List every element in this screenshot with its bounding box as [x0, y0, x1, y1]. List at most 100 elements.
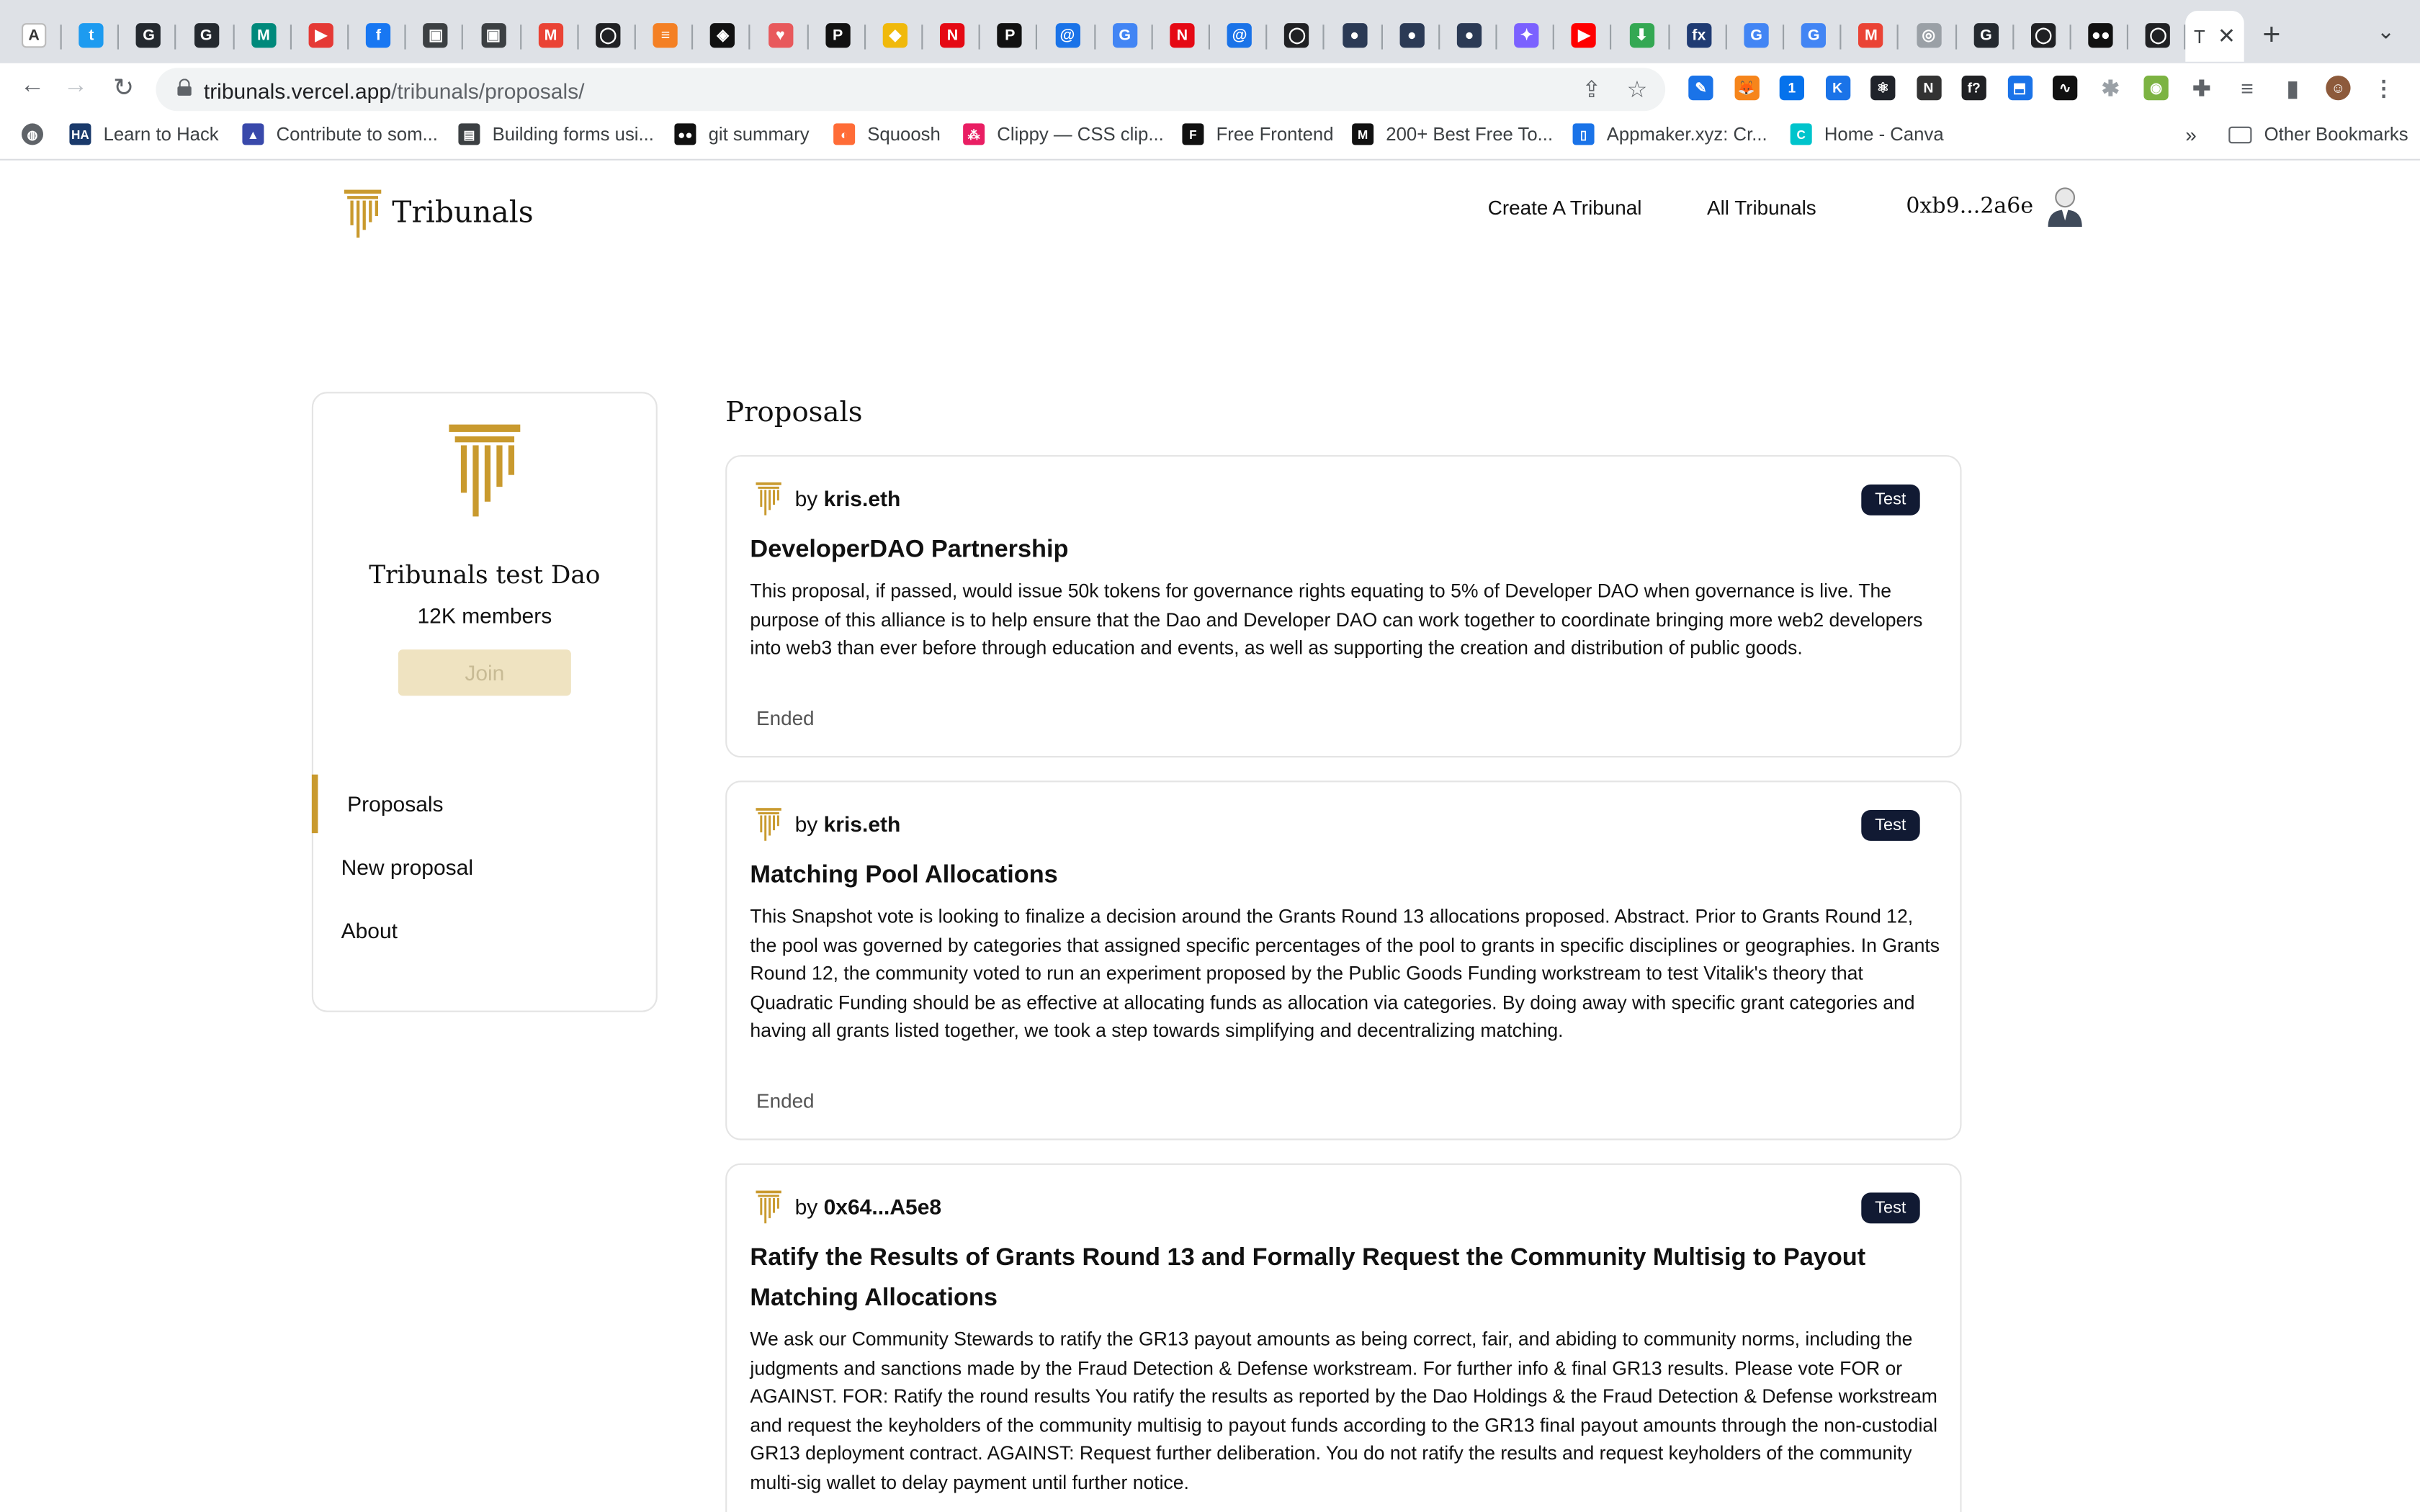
- bookmark-item[interactable]: HA Learn to Hack: [69, 123, 219, 145]
- back-arrow-icon[interactable]: ←: [17, 73, 48, 101]
- reading-list-icon[interactable]: ≡: [2235, 76, 2259, 100]
- kebab-menu-icon[interactable]: ⋮: [2372, 75, 2396, 100]
- profile-avatar-icon[interactable]: ☺: [2326, 76, 2351, 101]
- browser-tab[interactable]: ●●: [2073, 12, 2129, 58]
- color-extension-icon[interactable]: ◉: [2143, 76, 2169, 101]
- other-bookmarks-folder[interactable]: Other Bookmarks: [2228, 123, 2408, 145]
- reload-icon[interactable]: ↻: [108, 73, 139, 104]
- browser-tab[interactable]: ●: [1327, 12, 1383, 58]
- join-button[interactable]: Join: [398, 649, 571, 696]
- bookmark-item[interactable]: F Free Frontend: [1182, 123, 1334, 145]
- proposal-title[interactable]: Ratify the Results of Grants Round 13 an…: [750, 1239, 1938, 1319]
- browser-tab[interactable]: M: [1843, 12, 1899, 58]
- browser-tab[interactable]: ◆: [867, 12, 923, 58]
- onepassword-icon[interactable]: 1: [1779, 76, 1804, 101]
- messenger-icon: ✦: [1514, 23, 1539, 48]
- font-extension-icon[interactable]: f?: [1961, 76, 1986, 101]
- browser-tab[interactable]: ◎: [1901, 12, 1957, 58]
- browser-tab[interactable]: G: [1729, 12, 1785, 58]
- bookmark-item[interactable]: C Home - Canva: [1790, 123, 1944, 145]
- browser-tab[interactable]: ▣: [408, 12, 464, 58]
- bookmarks-overflow-chevron-icon[interactable]: »: [2185, 123, 2197, 146]
- bookmark-item[interactable]: ▯ Appmaker.xyz: Cr...: [1572, 123, 1767, 145]
- browser-tab[interactable]: M: [523, 12, 579, 58]
- browser-tab[interactable]: @: [1039, 12, 1095, 58]
- new-tab-button[interactable]: +: [2262, 19, 2280, 54]
- bookmark-item[interactable]: M 200+ Best Free To...: [1352, 123, 1553, 145]
- browser-tab[interactable]: ≡: [637, 12, 694, 58]
- apps-shortcut[interactable]: ◍: [22, 123, 55, 145]
- active-tab[interactable]: T ✕: [2185, 11, 2244, 62]
- puzzle-icon[interactable]: ✚: [2190, 75, 2214, 100]
- browser-tab[interactable]: P: [810, 12, 866, 58]
- close-tab-icon[interactable]: ✕: [2218, 23, 2236, 49]
- author-name[interactable]: kris.eth: [824, 811, 901, 836]
- browser-tab[interactable]: G: [179, 12, 234, 58]
- browser-tab[interactable]: G: [1786, 12, 1842, 58]
- browser-tab[interactable]: @: [1212, 12, 1268, 58]
- proposal-card[interactable]: by 0x64...A5e8 Test Ratify the Results o…: [725, 1163, 1962, 1512]
- browser-tab[interactable]: ◯: [2016, 12, 2071, 58]
- url-text[interactable]: tribunals.vercel.app/tribunals/proposals…: [204, 78, 585, 103]
- browser-tab[interactable]: G: [1958, 12, 2014, 58]
- browser-tab[interactable]: fx: [1671, 12, 1727, 58]
- brand-logo-link[interactable]: Tribunals: [343, 188, 534, 238]
- pen-extension-icon[interactable]: ✎: [1688, 76, 1713, 101]
- browser-tab[interactable]: ◯: [1269, 12, 1325, 58]
- bookmark-star-icon[interactable]: ☆: [1627, 76, 1648, 103]
- browser-tab[interactable]: ▶: [1556, 12, 1612, 58]
- browser-tab[interactable]: ♥: [753, 12, 808, 58]
- browser-tab[interactable]: t: [63, 12, 120, 58]
- browser-tab[interactable]: N: [925, 12, 981, 58]
- author-name[interactable]: kris.eth: [824, 486, 901, 510]
- wave-extension-icon[interactable]: ∿: [2053, 76, 2078, 101]
- bookmark-item[interactable]: ▤ Building forms usi...: [458, 123, 654, 145]
- browser-tab[interactable]: G: [121, 12, 177, 58]
- address-bar[interactable]: tribunals.vercel.app/tribunals/proposals…: [156, 68, 1666, 112]
- create-tribunal-link[interactable]: Create A Tribunal: [1488, 196, 1642, 219]
- browser-tab[interactable]: A: [6, 12, 62, 58]
- sidebar-item-new-proposal[interactable]: New proposal: [341, 855, 473, 879]
- new-extension-icon[interactable]: N: [1916, 76, 1941, 101]
- react-devtools-icon[interactable]: ⚛: [1870, 76, 1896, 101]
- proposal-title[interactable]: Matching Pool Allocations: [750, 856, 1938, 896]
- bookmark-item[interactable]: ▲ Contribute to som...: [242, 123, 438, 145]
- browser-tab[interactable]: ⬇: [1614, 12, 1670, 58]
- sidepanel-icon[interactable]: ▮: [2280, 75, 2305, 100]
- tab-extension-icon[interactable]: ⬒: [2007, 76, 2033, 101]
- all-tribunals-link[interactable]: All Tribunals: [1707, 196, 1816, 219]
- m-logo-icon: M: [1352, 123, 1374, 145]
- tab-separator: [978, 24, 981, 50]
- wallet-address[interactable]: 0xb9...2a6e: [1906, 194, 2033, 219]
- bookmark-item[interactable]: ⁂ Clippy — CSS clip...: [963, 123, 1164, 145]
- sidebar-item-proposals[interactable]: Proposals: [347, 791, 443, 816]
- browser-tab[interactable]: P: [982, 12, 1038, 58]
- browser-tab[interactable]: f: [351, 12, 406, 58]
- browser-tab[interactable]: ◈: [695, 12, 751, 58]
- share-icon[interactable]: ⇪: [1582, 76, 1601, 103]
- browser-tab[interactable]: ●: [1384, 12, 1440, 58]
- proposal-card[interactable]: by kris.eth Test Matching Pool Allocatio…: [725, 780, 1962, 1140]
- author-name[interactable]: 0x64...A5e8: [824, 1194, 941, 1219]
- browser-tab[interactable]: ◯: [581, 12, 636, 58]
- bookmark-item[interactable]: ◐ Squoosh: [833, 123, 941, 145]
- sidebar-item-about[interactable]: About: [341, 918, 398, 942]
- bookmark-item[interactable]: ●● git summary: [674, 123, 810, 145]
- tab-search-chevron-icon[interactable]: ⌄: [2377, 19, 2395, 45]
- user-avatar-icon[interactable]: [2045, 184, 2085, 227]
- forward-arrow-icon[interactable]: →: [60, 73, 91, 101]
- k-extension-icon[interactable]: K: [1824, 76, 1850, 101]
- tab-separator: [1151, 24, 1153, 50]
- proposal-card[interactable]: by kris.eth Test DeveloperDAO Partnershi…: [725, 455, 1962, 758]
- browser-tab[interactable]: ▶: [293, 12, 349, 58]
- browser-tab[interactable]: ▣: [465, 12, 521, 58]
- browser-tab[interactable]: ●: [1441, 12, 1497, 58]
- browser-tab[interactable]: ◯: [2130, 12, 2187, 58]
- browser-tab[interactable]: ✦: [1499, 12, 1555, 58]
- bug-extension-icon[interactable]: ✱: [2098, 75, 2123, 100]
- metamask-icon[interactable]: 🦊: [1734, 76, 1759, 101]
- browser-tab[interactable]: M: [236, 12, 292, 58]
- browser-tab[interactable]: N: [1155, 12, 1210, 58]
- proposal-title[interactable]: DeveloperDAO Partnership: [750, 531, 1938, 571]
- browser-tab[interactable]: G: [1097, 12, 1153, 58]
